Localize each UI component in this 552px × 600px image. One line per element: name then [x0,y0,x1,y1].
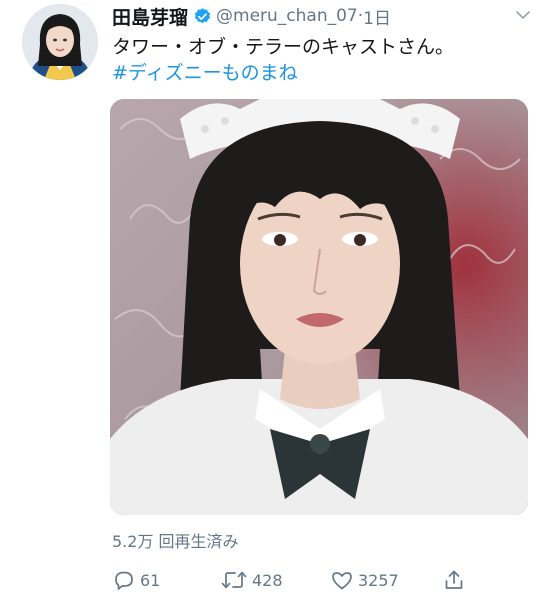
avatar[interactable] [22,4,98,80]
reply-count: 61 [140,570,161,590]
tweet-header: 田島芽瑠 @meru_chan_07 · 1日 [112,3,532,30]
chevron-down-icon[interactable] [514,6,532,24]
retweet-count: 428 [252,570,283,590]
hashtag-link[interactable]: #ディズニーものまね [112,60,298,86]
reply-icon [115,571,133,590]
view-count: 5.2万 回再生済み [112,532,239,551]
heart-icon [332,572,352,590]
action-bar: 61 428 3257 [112,568,532,594]
like-button[interactable]: 3257 [330,568,399,592]
user-handle[interactable]: @meru_chan_07 [216,6,358,26]
timestamp[interactable]: 1日 [363,4,391,29]
verified-badge-icon [194,7,211,23]
retweet-icon [221,571,247,589]
share-button[interactable] [442,568,466,592]
retweet-button[interactable]: 428 [220,568,283,592]
display-name[interactable]: 田島芽瑠 [112,3,188,30]
tweet-text: タワー・オブ・テラーのキャストさん。 [112,36,455,58]
like-count: 3257 [358,570,399,590]
share-icon [445,570,463,589]
reply-button[interactable]: 61 [112,568,160,592]
video-thumbnail[interactable] [110,99,528,515]
